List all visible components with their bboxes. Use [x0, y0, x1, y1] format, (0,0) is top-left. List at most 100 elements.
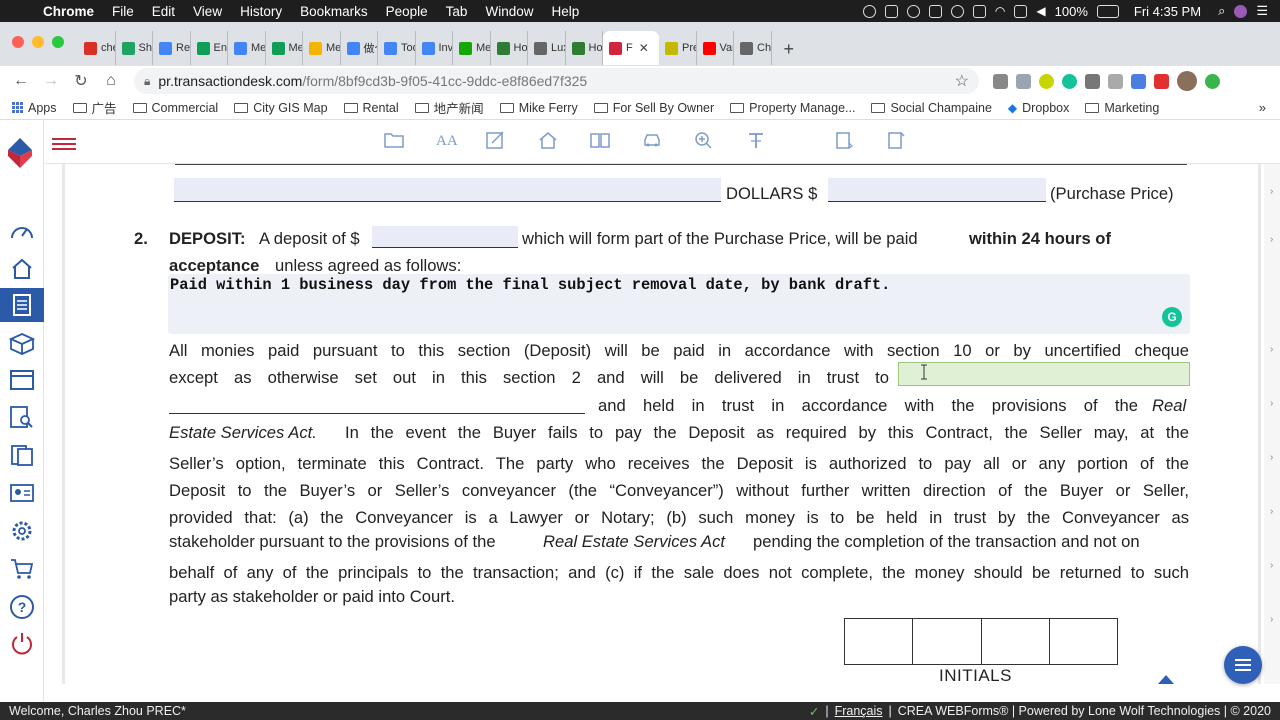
tab-close-icon[interactable]: ✕: [639, 41, 649, 55]
bookmark-item[interactable]: 广告: [72, 98, 117, 117]
browser-tab[interactable]: Vanc: [697, 31, 734, 65]
bookmark-star-icon[interactable]: ☆: [955, 71, 969, 91]
maximize-window-button[interactable]: [52, 36, 64, 48]
edit-icon[interactable]: [486, 131, 506, 151]
app-menu[interactable]: Chrome: [34, 4, 103, 19]
floating-menu-button[interactable]: [1224, 646, 1262, 684]
notification-center-icon[interactable]: ☰: [1256, 3, 1268, 19]
menu-history[interactable]: History: [231, 4, 291, 19]
dashboard-icon[interactable]: [9, 218, 35, 244]
extension-g-icon[interactable]: [1108, 73, 1123, 89]
wifi-icon[interactable]: ◠: [995, 4, 1005, 18]
browser-tab[interactable]: Engl: [191, 31, 228, 65]
browser-tab[interactable]: Real: [153, 31, 191, 65]
scroll-up-arrow-icon[interactable]: [1158, 675, 1174, 684]
home-form-icon[interactable]: [538, 131, 558, 151]
browser-tab[interactable]: Ment: [266, 31, 303, 65]
forward-button[interactable]: →: [36, 72, 66, 90]
deposit-trustee-field[interactable]: [898, 362, 1190, 386]
address-bar[interactable]: 🔒︎ pr.transactiondesk.com /form/8bf9cd3b…: [134, 68, 979, 94]
bookmarks-overflow-button[interactable]: »: [1259, 100, 1266, 115]
browser-tab[interactable]: Luxn: [528, 31, 566, 65]
help-icon[interactable]: ?: [9, 594, 35, 620]
home-button[interactable]: ⌂: [96, 72, 126, 90]
profile-avatar[interactable]: [1177, 71, 1197, 91]
car-icon[interactable]: [642, 131, 662, 151]
video-icon[interactable]: [884, 4, 898, 18]
browser-tab[interactable]: Todo: [378, 31, 416, 65]
extension-grammarly-icon[interactable]: [1062, 73, 1077, 89]
back-button[interactable]: ←: [6, 72, 36, 90]
browser-tab[interactable]: chec: [78, 31, 116, 65]
bookmark-item[interactable]: ◆ Dropbox: [1008, 101, 1069, 115]
bookmark-item[interactable]: Mike Ferry: [499, 101, 578, 115]
close-window-button[interactable]: [12, 36, 24, 48]
extension-dropbox-icon[interactable]: [1016, 73, 1031, 89]
browser-tab[interactable]: F ✕: [603, 31, 659, 65]
extension-screenshot-icon[interactable]: [1085, 73, 1100, 89]
initials-box-1[interactable]: [844, 618, 913, 665]
bluetooth-icon[interactable]: [950, 4, 964, 18]
menu-people[interactable]: People: [377, 4, 437, 19]
bookmark-item[interactable]: Social Champaine: [871, 101, 992, 115]
contacts-icon[interactable]: [9, 480, 35, 506]
record-icon[interactable]: [862, 4, 876, 18]
extension-lime-icon[interactable]: [1039, 73, 1054, 89]
purchase-price-amount-field[interactable]: [828, 178, 1046, 202]
page-rotate-icon[interactable]: [834, 131, 854, 151]
open-folder-icon[interactable]: [384, 131, 404, 151]
initials-box-3[interactable]: [981, 618, 1050, 665]
language-link[interactable]: Français: [835, 704, 883, 718]
menu-window[interactable]: Window: [476, 4, 542, 19]
browser-tab[interactable]: 做个: [341, 31, 378, 65]
extension-translate-icon[interactable]: [1131, 73, 1146, 89]
flag-icon[interactable]: [1014, 4, 1028, 18]
browser-tab[interactable]: Ment: [303, 31, 341, 65]
forms-icon[interactable]: [0, 288, 44, 322]
page-refresh-icon[interactable]: [886, 131, 906, 151]
deposit-trustee-field-continued[interactable]: [169, 392, 585, 414]
home-icon[interactable]: [9, 256, 35, 282]
right-scroll-strip[interactable]: › › › › › › › ›: [1264, 164, 1280, 684]
extension-green-icon[interactable]: [1205, 73, 1220, 89]
browser-tab[interactable]: Char: [734, 31, 772, 65]
transactiondesk-logo[interactable]: [8, 138, 32, 168]
bookmark-item[interactable]: Rental: [343, 101, 399, 115]
menu-view[interactable]: View: [184, 4, 231, 19]
browser-tab[interactable]: Inves: [416, 31, 453, 65]
bookmark-item[interactable]: Property Manage...: [730, 101, 855, 115]
purchase-price-words-field[interactable]: [174, 178, 721, 202]
airplay-icon[interactable]: [972, 4, 986, 18]
deposit-amount-field[interactable]: [372, 226, 518, 248]
logout-power-icon[interactable]: [9, 630, 35, 656]
clock[interactable]: Fri 4:35 PM: [1134, 4, 1201, 19]
browser-tab[interactable]: Mes: [453, 31, 491, 65]
browser-tab[interactable]: Prep: [659, 31, 697, 65]
extension-printer-icon[interactable]: [993, 73, 1008, 89]
library-icon[interactable]: [9, 442, 35, 468]
menu-bookmarks[interactable]: Bookmarks: [291, 4, 377, 19]
text-tool-icon[interactable]: [746, 131, 766, 151]
spotlight-icon[interactable]: ⌕: [1218, 3, 1225, 19]
book-icon[interactable]: [590, 131, 610, 151]
font-size-icon[interactable]: AA: [436, 131, 458, 151]
browser-tab[interactable]: Hom: [491, 31, 528, 65]
bookmark-item[interactable]: City GIS Map: [234, 101, 328, 115]
volume-icon[interactable]: ◀: [1036, 4, 1045, 18]
menu-edit[interactable]: Edit: [143, 4, 184, 19]
initials-box-4[interactable]: [1049, 618, 1118, 665]
store-cart-icon[interactable]: [9, 556, 35, 582]
browser-tab[interactable]: Ment: [228, 31, 266, 65]
menu-file[interactable]: File: [103, 4, 143, 19]
calendar-icon[interactable]: [9, 366, 35, 392]
deposit-terms-textarea[interactable]: Paid within 1 business day from the fina…: [168, 274, 1190, 334]
search-status-icon[interactable]: [928, 4, 942, 18]
bookmark-item[interactable]: Apps: [12, 101, 57, 115]
zoom-icon[interactable]: [906, 4, 920, 18]
battery-icon[interactable]: [1096, 4, 1119, 18]
menu-help[interactable]: Help: [542, 4, 588, 19]
search-documents-icon[interactable]: [9, 404, 35, 430]
siri-icon[interactable]: [1234, 4, 1248, 18]
hamburger-menu-icon[interactable]: [52, 138, 76, 153]
reload-button[interactable]: ↻: [66, 71, 96, 91]
